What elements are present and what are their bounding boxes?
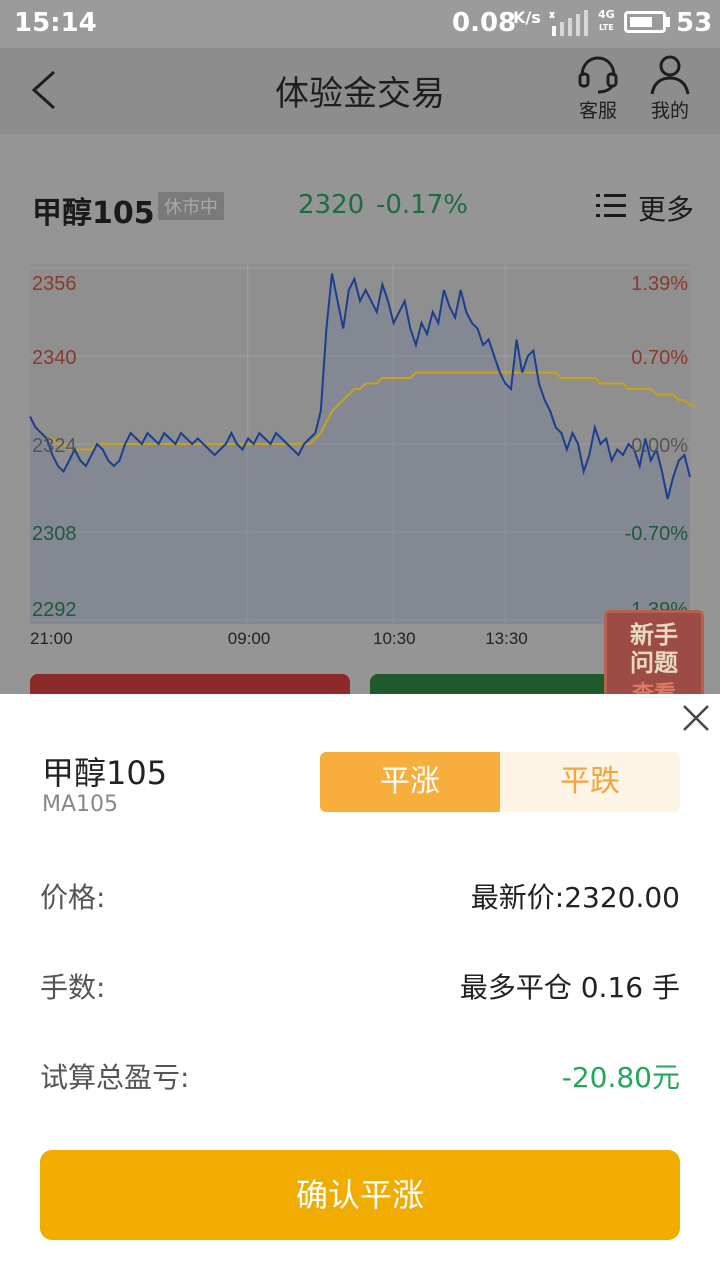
pnl-value: -20.80元 [561, 1061, 680, 1094]
customer-service-button[interactable]: 客服 [568, 52, 628, 126]
confirm-close-up-button[interactable]: 确认平涨 [40, 1150, 680, 1240]
y-left-tick: 2324 [32, 435, 77, 457]
y-right-tick: 0.70% [631, 347, 688, 369]
close-up-tab[interactable]: 平涨 [320, 752, 500, 812]
network-speed-unit: K/s [513, 8, 541, 27]
x-tick: 09:00 [228, 629, 271, 648]
signal-icon [549, 10, 588, 36]
customer-service-label: 客服 [578, 100, 617, 122]
app-header: 体验金交易 客服 我的 [0, 48, 720, 134]
y-left-tick: 2356 [32, 273, 77, 295]
list-icon [596, 194, 626, 217]
market-status-badge: 休市中 [158, 192, 224, 220]
price-row: 价格: 最新价:2320.00 [40, 876, 680, 916]
network-type: 4G LTE [598, 8, 615, 32]
quote-panel: 甲醇105 休市中 2320 -0.17% 更多 2356 2340 2324 230… [0, 134, 720, 714]
user-icon [650, 55, 690, 95]
more-button[interactable]: 更多 [596, 186, 706, 226]
symbol-row: 甲醇105 休市中 2320 -0.17% 更多 [0, 178, 720, 234]
price-label: 价格: [40, 881, 106, 914]
last-price: 2320 [298, 190, 365, 220]
y-right-tick: -0.70% [625, 523, 689, 545]
close-position-sheet: 甲醇105 MA105 平涨 平跌 价格: 最新价:2320.00 手数: 最多… [0, 694, 720, 1280]
battery-icon [624, 11, 666, 33]
battery-level: 53 [676, 8, 713, 38]
price-value: 最新价:2320.00 [470, 881, 680, 914]
lots-label: 手数: [40, 971, 106, 1004]
pnl-row: 试算总盈亏: -20.80元 [40, 1056, 680, 1096]
status-time: 15:14 [14, 8, 97, 38]
x-tick: 21:00 [30, 629, 73, 648]
headset-icon [578, 56, 618, 94]
sheet-symbol-name: 甲醇105 [42, 754, 168, 792]
price-change: -0.17% [376, 190, 468, 220]
y-left-tick: 2340 [32, 347, 77, 369]
y-right-tick: 1.39% [631, 273, 688, 295]
close-icon[interactable] [680, 702, 712, 734]
sheet-symbol-code: MA105 [42, 792, 119, 817]
network-speed: 0.08 [452, 8, 517, 38]
x-tick: 10:30 [373, 629, 416, 648]
profile-button[interactable]: 我的 [640, 52, 700, 126]
y-right-tick: 0.00% [631, 435, 688, 457]
lots-row: 手数: 最多平仓 0.16 手 [40, 966, 680, 1006]
more-label: 更多 [638, 193, 695, 226]
lots-value: 最多平仓 0.16 手 [459, 971, 680, 1004]
profile-label: 我的 [650, 100, 689, 122]
status-bar: 15:14 0.08 K/s 4G LTE 53 [0, 0, 720, 48]
y-left-tick: 2308 [32, 523, 77, 545]
newbie-faq-badge[interactable]: 新手 问题 查看 [604, 610, 704, 707]
x-tick: 13:30 [485, 629, 528, 648]
y-left-tick: 2292 [32, 599, 77, 621]
direction-toggle: 平涨 平跌 [320, 752, 680, 812]
close-down-tab[interactable]: 平跌 [500, 752, 680, 812]
intraday-chart[interactable]: 2356 2340 2324 2308 2292 1.39% 0.70% 0.00% -0.70… [0, 264, 720, 664]
pnl-label: 试算总盈亏: [40, 1061, 190, 1094]
symbol-name: 甲醇105 [32, 196, 155, 231]
